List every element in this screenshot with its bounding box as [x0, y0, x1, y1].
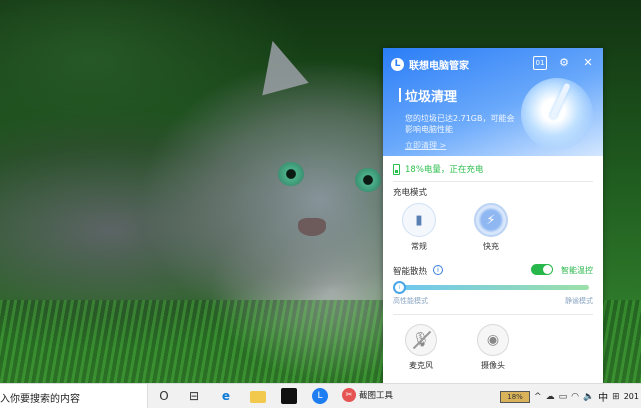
- clock-text[interactable]: 201: [624, 392, 639, 401]
- store-icon[interactable]: [281, 388, 297, 404]
- accent-bar: [399, 88, 401, 102]
- gear-icon[interactable]: ⚙: [557, 56, 571, 70]
- taskbar: 入你要搜索的内容 O ⊟ e L ✂ 截图工具 18% ^ ☁ ▭ ◠ 🔈 中 …: [0, 383, 641, 408]
- battery-tray-icon[interactable]: ▭: [559, 392, 568, 402]
- info-icon[interactable]: i: [433, 265, 443, 275]
- camera-label: 摄像头: [481, 361, 505, 370]
- battery-charging-icon: [393, 163, 400, 175]
- clean-title: 垃圾清理: [405, 90, 458, 105]
- mode-normal-button[interactable]: ▮: [402, 203, 436, 237]
- mode-fast-label: 快充: [483, 242, 499, 251]
- camera-button[interactable]: ◉: [477, 324, 509, 356]
- lenovo-logo-icon: L: [391, 58, 404, 71]
- wifi-icon[interactable]: ◠: [571, 392, 579, 402]
- microphone-label: 麦克风: [409, 361, 433, 370]
- tool-camera[interactable]: ◉ 摄像头: [473, 324, 513, 371]
- close-icon[interactable]: ✕: [581, 56, 595, 70]
- header-icons: 01 ⚙ ✕: [533, 56, 595, 70]
- taskbar-search-box[interactable]: 入你要搜索的内容: [0, 384, 148, 408]
- calendar-icon[interactable]: 01: [533, 56, 547, 70]
- battery-status-text: 18%电量，正在充电: [405, 165, 484, 175]
- lenovo-manager-taskbar-icon[interactable]: L: [312, 388, 328, 404]
- tray-battery-indicator[interactable]: 18%: [500, 390, 531, 403]
- smart-cooling-row: 智能散热 i 智能温控: [393, 264, 593, 278]
- cat-nose: [298, 218, 326, 236]
- battery-icon: ▮: [415, 212, 423, 228]
- camera-icon: ◉: [486, 332, 500, 348]
- cortana-icon[interactable]: O: [156, 388, 172, 404]
- cooling-slider-track[interactable]: [397, 285, 589, 290]
- mode-normal[interactable]: ▮ 常规: [399, 203, 439, 252]
- tool-microphone[interactable]: 🎙 麦克风: [401, 324, 441, 371]
- file-explorer-icon[interactable]: [250, 391, 266, 403]
- mode-fast-button[interactable]: ⚡: [474, 203, 508, 237]
- mode-normal-label: 常规: [411, 242, 427, 251]
- snipping-tool-app[interactable]: ✂ 截图工具: [342, 388, 393, 402]
- battery-status-row: 18%电量，正在充电: [393, 163, 483, 175]
- title-row: L 联想电脑管家: [391, 57, 469, 72]
- divider: [393, 181, 593, 182]
- cat-eye-right: [355, 168, 381, 192]
- lightning-icon: ⚡: [486, 212, 496, 228]
- cat-ear: [249, 34, 309, 96]
- tray-chevron-icon[interactable]: ^: [534, 392, 542, 402]
- slider-left-label: 高性能模式: [393, 297, 428, 305]
- snipping-tool-label: 截图工具: [359, 391, 394, 401]
- smart-cooling-label: 智能散热: [393, 267, 428, 277]
- lenovo-pc-manager-panel: L 联想电脑管家 01 ⚙ ✕ 垃圾清理 您的垃圾已达2.71GB，可能会影响电…: [383, 48, 603, 384]
- divider: [393, 314, 593, 315]
- input-language[interactable]: 中: [598, 389, 608, 404]
- clean-description: 您的垃圾已达2.71GB，可能会影响电脑性能: [405, 114, 515, 134]
- ime-mode-icon[interactable]: ⊞: [612, 392, 620, 402]
- charge-mode-label: 充电模式: [393, 188, 428, 198]
- cloud-icon[interactable]: ☁: [546, 392, 555, 402]
- mode-fast[interactable]: ⚡ 快充: [471, 203, 511, 252]
- cat-eye-left: [278, 162, 304, 186]
- microphone-button[interactable]: 🎙: [405, 324, 437, 356]
- slider-right-label: 静谧模式: [565, 297, 593, 305]
- search-placeholder: 入你要搜索的内容: [0, 394, 80, 405]
- scissors-icon: ✂: [342, 388, 356, 402]
- clean-now-link[interactable]: 立即清理 >: [405, 140, 517, 151]
- smart-temp-label: 智能温控: [561, 266, 593, 275]
- system-tray: 18% ^ ☁ ▭ ◠ 🔈 中 ⊞ 201: [500, 384, 641, 408]
- app-title: 联想电脑管家: [409, 61, 469, 72]
- smart-temp-toggle[interactable]: [531, 264, 553, 275]
- volume-icon[interactable]: 🔈: [583, 392, 594, 402]
- junk-clean-card: 垃圾清理 您的垃圾已达2.71GB，可能会影响电脑性能 立即清理 >: [399, 86, 517, 151]
- edge-browser-icon[interactable]: e: [218, 388, 234, 404]
- task-view-icon[interactable]: ⊟: [186, 388, 202, 404]
- panel-header: L 联想电脑管家 01 ⚙ ✕ 垃圾清理 您的垃圾已达2.71GB，可能会影响电…: [383, 48, 603, 156]
- cooling-slider-handle[interactable]: ⁞: [393, 281, 406, 294]
